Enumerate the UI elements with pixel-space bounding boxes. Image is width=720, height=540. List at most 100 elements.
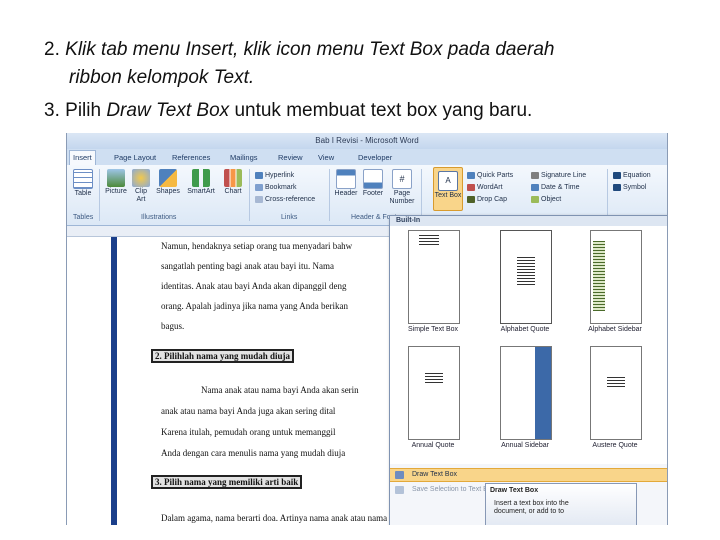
wordart-button[interactable]: WordArt: [467, 183, 503, 192]
gallery-thumb[interactable]: [408, 230, 460, 324]
doc-line: Namun, hendaknya setiap orang tua menyad…: [161, 241, 353, 251]
signature-line-button[interactable]: Signature Line: [531, 171, 586, 180]
picture-icon: [107, 169, 125, 187]
tab-review[interactable]: Review: [275, 151, 306, 165]
tab-references[interactable]: References: [169, 151, 213, 165]
footer-icon: [363, 169, 383, 189]
smartart-button[interactable]: SmartArt: [185, 169, 217, 196]
tooltip-title: Draw Text Box: [490, 487, 539, 494]
group-separator: [249, 169, 250, 221]
tab-page-layout[interactable]: Page Layout: [111, 151, 159, 165]
text-box-gallery: Built-In Simple Text Box Alphabet Quote …: [389, 215, 667, 525]
wordart-label: WordArt: [477, 184, 503, 191]
doc-line: sangatlah penting bagi anak atau bayi it…: [161, 261, 334, 271]
bookmark-button[interactable]: Bookmark: [255, 183, 297, 192]
draw-text-box-label: Draw Text Box: [412, 471, 457, 478]
clip-art-icon: [132, 169, 150, 187]
save-selection-icon: [395, 486, 404, 494]
symbol-icon: [613, 183, 621, 191]
date-time-button[interactable]: Date & Time: [531, 183, 580, 192]
thumb-content: [517, 255, 535, 285]
tab-insert[interactable]: Insert: [69, 150, 96, 165]
step-2-number: 2.: [44, 39, 60, 60]
date-time-label: Date & Time: [541, 184, 580, 191]
shapes-icon: [159, 169, 177, 187]
thumb-content: [593, 241, 605, 311]
picture-button[interactable]: Picture: [103, 169, 129, 196]
window-title: Bab I Revisi - Microsoft Word: [67, 133, 667, 149]
gallery-thumb[interactable]: [590, 346, 642, 440]
cross-reference-icon: [255, 195, 263, 203]
doc-line: orang. Apalah jadinya jika nama yang And…: [161, 301, 348, 311]
tab-view[interactable]: View: [315, 151, 337, 165]
symbol-label: Symbol: [623, 184, 647, 191]
gallery-label: Alphabet Sidebar: [588, 326, 642, 333]
bookmark-icon: [255, 183, 263, 191]
footer-label: Footer: [362, 190, 384, 197]
table-button[interactable]: Table: [71, 169, 95, 198]
clip-art-label: Clip Art: [134, 188, 148, 203]
word-screenshot: Bab I Revisi - Microsoft Word Insert Pag…: [66, 133, 668, 525]
smartart-icon: [192, 169, 210, 187]
quick-parts-button[interactable]: Quick Parts: [467, 171, 513, 180]
chart-label: Chart: [224, 188, 242, 195]
symbol-button[interactable]: Symbol: [613, 183, 646, 192]
tooltip-body-line: document, or add to to: [494, 508, 565, 515]
equation-button[interactable]: Equation: [613, 171, 651, 180]
gallery-label: Austere Quote: [592, 442, 638, 449]
header-button[interactable]: Header: [333, 169, 359, 198]
table-label: Table: [74, 190, 92, 197]
gallery-thumb[interactable]: [500, 230, 552, 324]
drop-cap-button[interactable]: Drop Cap: [467, 195, 507, 204]
text-box-button[interactable]: A Text Box: [433, 167, 463, 211]
clip-art-button[interactable]: Clip Art: [131, 169, 151, 204]
equation-icon: [613, 171, 621, 179]
doc-heading: 2. Pilihlah nama yang mudah diuja: [151, 349, 295, 363]
tab-developer[interactable]: Developer: [355, 151, 395, 165]
gallery-section-header: Built-In: [390, 216, 667, 226]
bookmark-label: Bookmark: [265, 184, 297, 191]
gallery-thumb[interactable]: [590, 230, 642, 324]
gallery-thumb[interactable]: [408, 346, 460, 440]
chart-icon: [224, 169, 242, 187]
header-icon: [336, 169, 356, 189]
group-illustrations-label: Illustrations: [141, 214, 177, 221]
picture-label: Picture: [105, 188, 127, 195]
hyperlink-button[interactable]: Hyperlink: [255, 171, 294, 180]
signature-line-icon: [531, 171, 539, 179]
doc-line: Karena itulah, pemudah orang untuk meman…: [161, 427, 336, 437]
cross-reference-button[interactable]: Cross-reference: [255, 195, 315, 204]
drop-cap-icon: [467, 195, 475, 203]
hyperlink-icon: [255, 171, 263, 179]
group-separator: [329, 169, 330, 221]
tooltip-body-line: Insert a text box into the: [494, 500, 569, 507]
gallery-label: Alphabet Quote: [500, 326, 550, 333]
gallery-label: Annual Quote: [411, 442, 455, 449]
step-3-number: 3.: [44, 100, 60, 121]
group-separator: [99, 169, 100, 221]
signature-line-label: Signature Line: [541, 172, 587, 179]
text-box-label: Text Box: [434, 192, 462, 199]
gallery-label: Annual Sidebar: [501, 442, 549, 449]
object-button[interactable]: Object: [531, 195, 561, 204]
group-separator: [421, 169, 422, 221]
doc-line: Anda dengan cara menulis nama yang mudah…: [161, 448, 346, 458]
footer-button[interactable]: Footer: [361, 169, 385, 198]
text-box-icon: A: [438, 171, 458, 191]
shapes-button[interactable]: Shapes: [155, 169, 181, 196]
doc-line: bagus.: [161, 321, 185, 331]
tab-mailings[interactable]: Mailings: [227, 151, 261, 165]
date-time-icon: [531, 183, 539, 191]
header-label: Header: [334, 190, 358, 197]
page-number-button[interactable]: # Page Number: [387, 169, 417, 206]
step-3-emphasis: Draw Text Box: [106, 100, 230, 121]
draw-text-box-menu-item[interactable]: Draw Text Box: [390, 468, 667, 482]
doc-line: identitas. Anak atau bayi Anda akan dipa…: [161, 281, 347, 291]
drop-cap-label: Drop Cap: [477, 196, 507, 203]
thumb-content: [425, 373, 443, 383]
ribbon-tabs: Insert Page Layout References Mailings R…: [67, 149, 667, 165]
chart-button[interactable]: Chart: [221, 169, 245, 196]
gallery-thumb[interactable]: [500, 346, 552, 440]
smartart-label: SmartArt: [187, 188, 215, 195]
quick-parts-label: Quick Parts: [477, 172, 514, 179]
